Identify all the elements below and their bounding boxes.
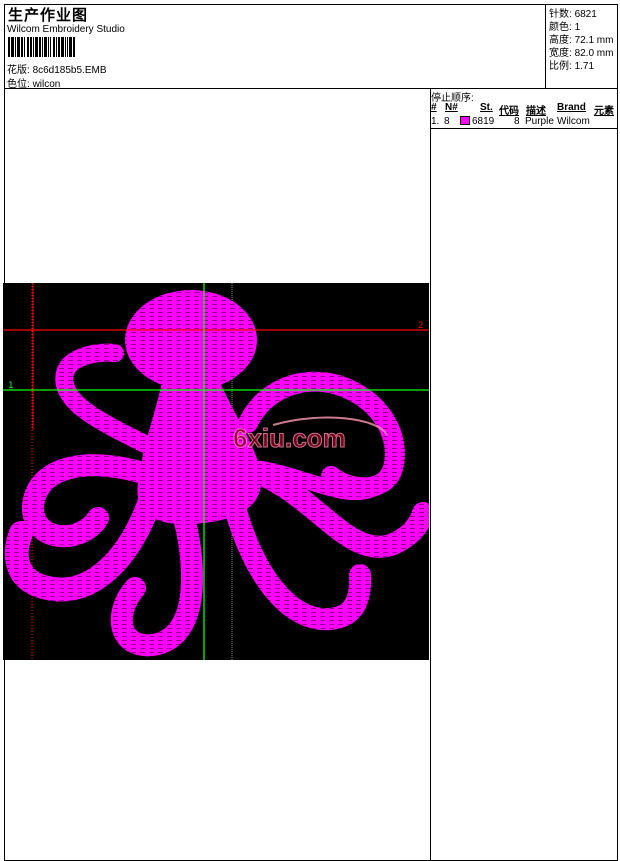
barcode-bar	[17, 37, 20, 57]
col-header-description: 描述	[526, 106, 546, 117]
barcode-bar	[48, 37, 49, 57]
barcode-bar	[50, 37, 51, 57]
panel-divider	[430, 88, 431, 860]
barcode-bar	[73, 37, 75, 57]
barcode-bar	[39, 37, 41, 57]
red-guide-label: 2	[418, 321, 423, 331]
stat-label: 比例:	[549, 61, 572, 72]
col-header-stitches: St.	[480, 102, 493, 113]
barcode-bar	[61, 37, 64, 57]
design-file: 花版: 8c6d185b5.EMB	[7, 61, 107, 76]
barcode-bar	[67, 37, 68, 57]
barcode-bar	[33, 37, 34, 57]
barcode-bar	[27, 37, 29, 57]
row-index: 1.	[431, 116, 440, 127]
barcode	[8, 37, 75, 57]
col-header-element: 元素	[594, 106, 614, 117]
design-preview: 1 2 6xiu.com	[3, 283, 434, 660]
stat-value: 1.71	[574, 61, 595, 72]
barcode-bar	[11, 37, 14, 57]
colorway-label: 色位:	[7, 79, 30, 90]
row-brand: Wilcom	[557, 116, 590, 127]
row-code: 8	[514, 116, 520, 127]
barcode-bar	[24, 37, 25, 57]
colorway-value: wilcon	[32, 79, 61, 90]
color-swatch	[460, 116, 470, 125]
col-header-index: #	[431, 102, 437, 113]
row-description: Purple	[525, 116, 554, 127]
col-header-code: 代码	[499, 106, 519, 117]
barcode-bar	[65, 37, 66, 57]
barcode-bar	[58, 37, 60, 57]
stat-ratio: 比例: 1.71	[549, 57, 594, 72]
barcode-bar	[21, 37, 23, 57]
col-header-needle: N#	[445, 102, 458, 113]
header-divider	[4, 88, 617, 89]
colorway: 色位: wilcon	[7, 75, 60, 90]
barcode-bar	[53, 37, 55, 57]
barcode-bar	[69, 37, 72, 57]
watermark-text: 6xiu.com	[233, 423, 346, 453]
barcode-bar	[56, 37, 57, 57]
row-needle: 8	[444, 116, 450, 127]
software-name: Wilcom Embroidery Studio	[7, 24, 125, 35]
octopus-design: 1 2 6xiu.com	[3, 283, 434, 660]
green-guide-label: 1	[8, 381, 13, 391]
barcode-bar	[8, 37, 10, 57]
barcode-bar	[35, 37, 38, 57]
barcode-bar	[44, 37, 47, 57]
col-header-brand: Brand	[557, 102, 586, 113]
stats-divider	[545, 4, 546, 88]
octopus-stitches	[4, 290, 434, 657]
barcode-bar	[30, 37, 32, 57]
barcode-bar	[15, 37, 16, 57]
watermark: 6xiu.com	[233, 416, 388, 454]
page-title: 生产作业图	[8, 7, 89, 24]
barcode-bar	[42, 37, 43, 57]
table-divider	[430, 128, 617, 129]
row-stitches: 6819	[472, 116, 495, 127]
